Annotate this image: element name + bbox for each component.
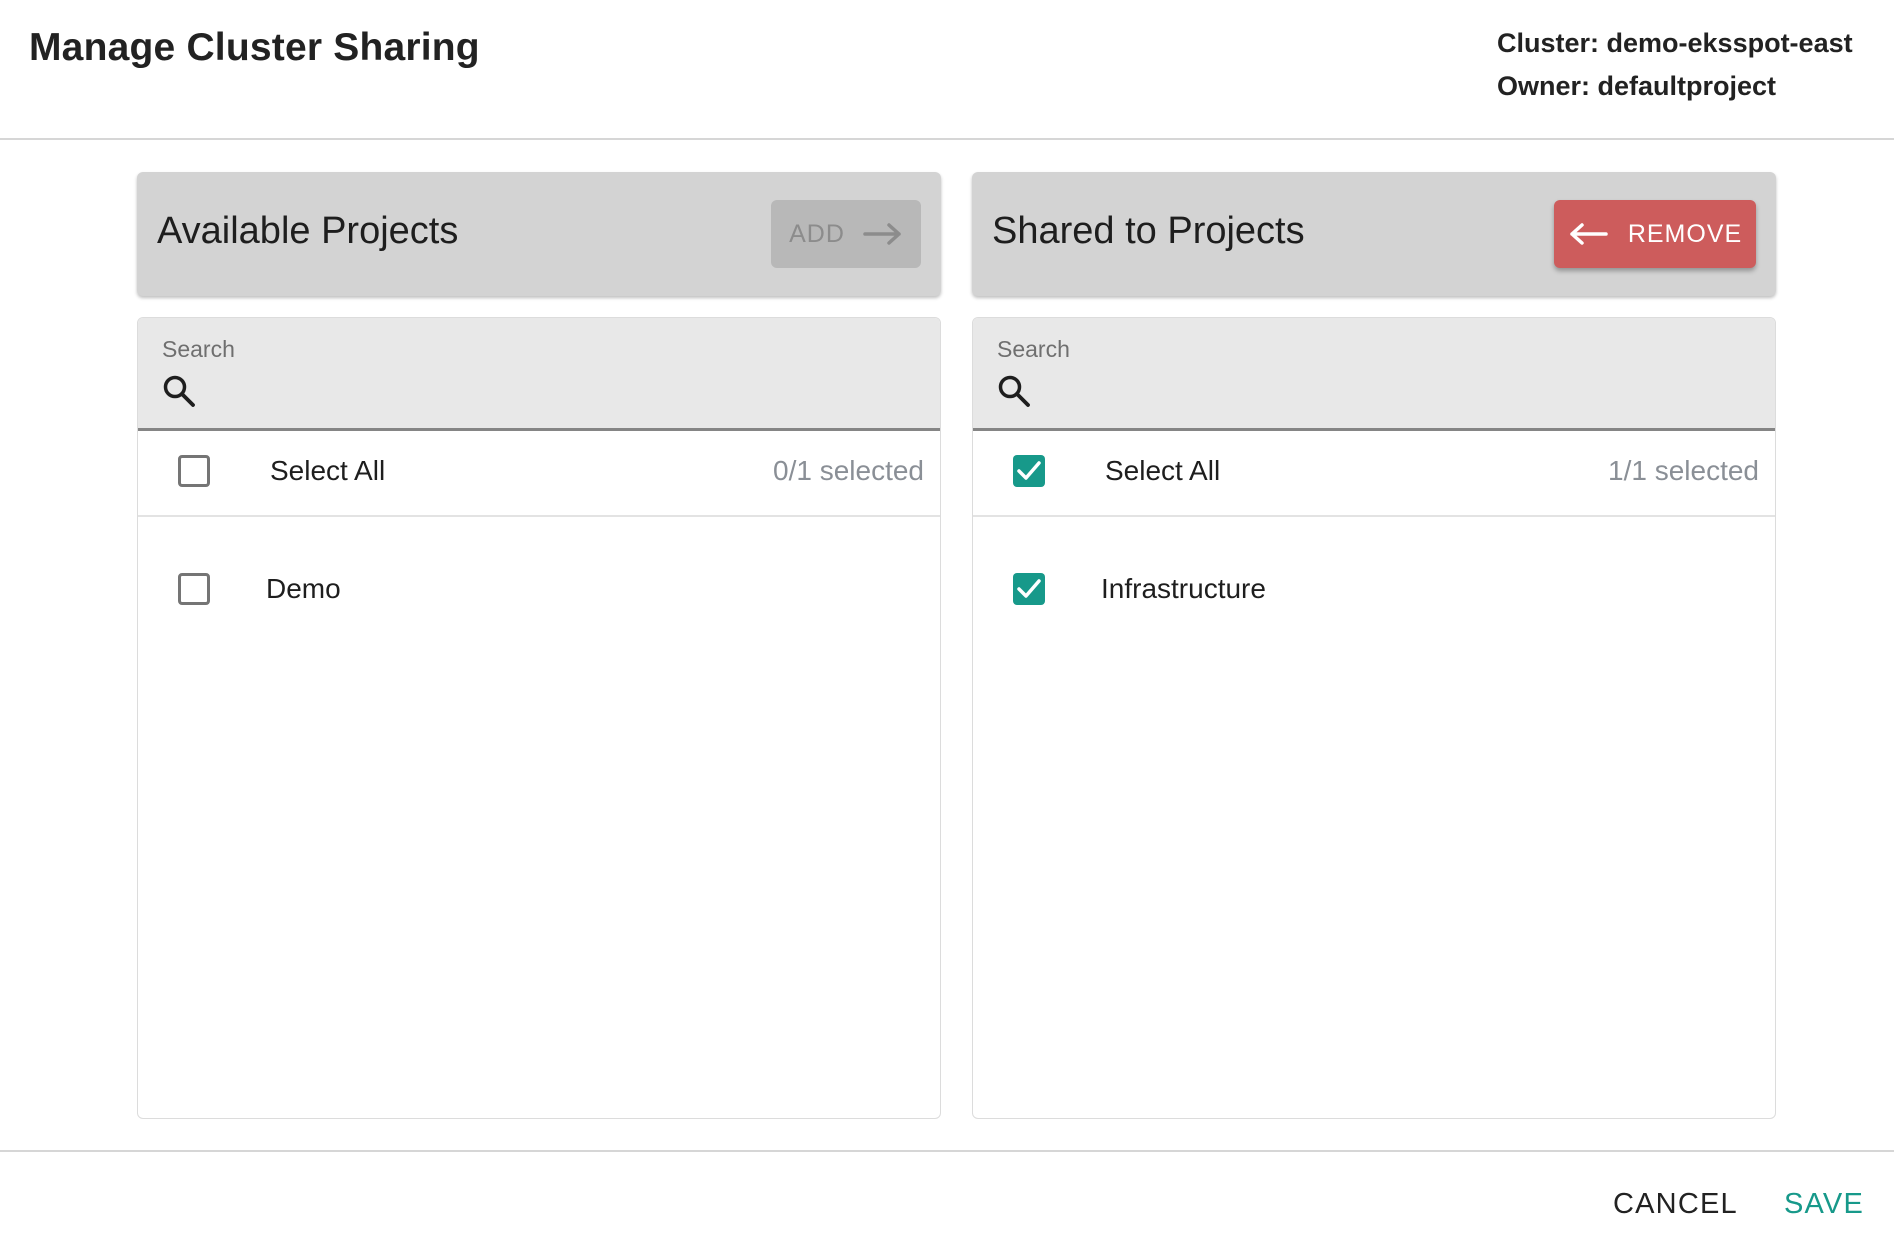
shared-select-all-row: Select All 1/1 selected [973, 431, 1775, 517]
shared-projects-title: Shared to Projects [992, 210, 1305, 252]
shared-search-input[interactable] [1043, 370, 1747, 412]
list-item[interactable]: Demo [138, 555, 940, 627]
save-button[interactable]: SAVE [1784, 1188, 1864, 1221]
item-checkbox[interactable] [1013, 573, 1045, 605]
arrow-right-icon [863, 223, 901, 245]
header-divider [0, 138, 1894, 140]
shared-select-all-checkbox[interactable] [1013, 455, 1045, 487]
select-all-label: Select All [1105, 455, 1221, 486]
search-icon [163, 375, 195, 407]
select-all-label: Select All [270, 455, 386, 486]
shared-search-field[interactable]: Search [973, 318, 1775, 431]
search-label: Search [162, 336, 235, 362]
available-search-field[interactable]: Search [138, 318, 940, 431]
available-projects-header: Available Projects ADD [137, 172, 941, 296]
remove-button[interactable]: REMOVE [1554, 200, 1756, 268]
available-search-input[interactable] [208, 370, 912, 412]
search-label: Search [997, 336, 1070, 362]
item-label: Infrastructure [1101, 573, 1266, 604]
owner-name: Owner: defaultproject [1497, 71, 1777, 101]
add-button-label: ADD [789, 219, 845, 248]
available-select-all-row: Select All 0/1 selected [138, 431, 940, 517]
page-title: Manage Cluster Sharing [29, 26, 480, 69]
shared-projects-list: Search Select All 1/1 selected Infrastru… [972, 317, 1776, 1119]
cluster-name: Cluster: demo-eksspot-east [1497, 28, 1853, 58]
item-checkbox[interactable] [178, 573, 210, 605]
cancel-button[interactable]: CANCEL [1613, 1188, 1738, 1221]
remove-button-label: REMOVE [1627, 219, 1743, 248]
available-projects-title: Available Projects [157, 210, 459, 252]
list-item[interactable]: Infrastructure [973, 555, 1775, 627]
search-icon [998, 375, 1030, 407]
add-button[interactable]: ADD [771, 200, 921, 268]
available-projects-list: Search Select All 0/1 selected Demo [137, 317, 941, 1119]
selection-count: 0/1 selected [773, 455, 924, 486]
checkmark-icon [1017, 579, 1041, 598]
cluster-meta: Cluster: demo-eksspot-east Owner: defaul… [1497, 22, 1853, 108]
checkmark-icon [1017, 461, 1041, 480]
arrow-left-icon [1570, 223, 1608, 245]
selection-count: 1/1 selected [1608, 455, 1759, 486]
footer-divider [0, 1150, 1894, 1152]
shared-projects-header: Shared to Projects REMOVE [972, 172, 1776, 296]
item-label: Demo [266, 573, 341, 604]
available-select-all-checkbox[interactable] [178, 455, 210, 487]
